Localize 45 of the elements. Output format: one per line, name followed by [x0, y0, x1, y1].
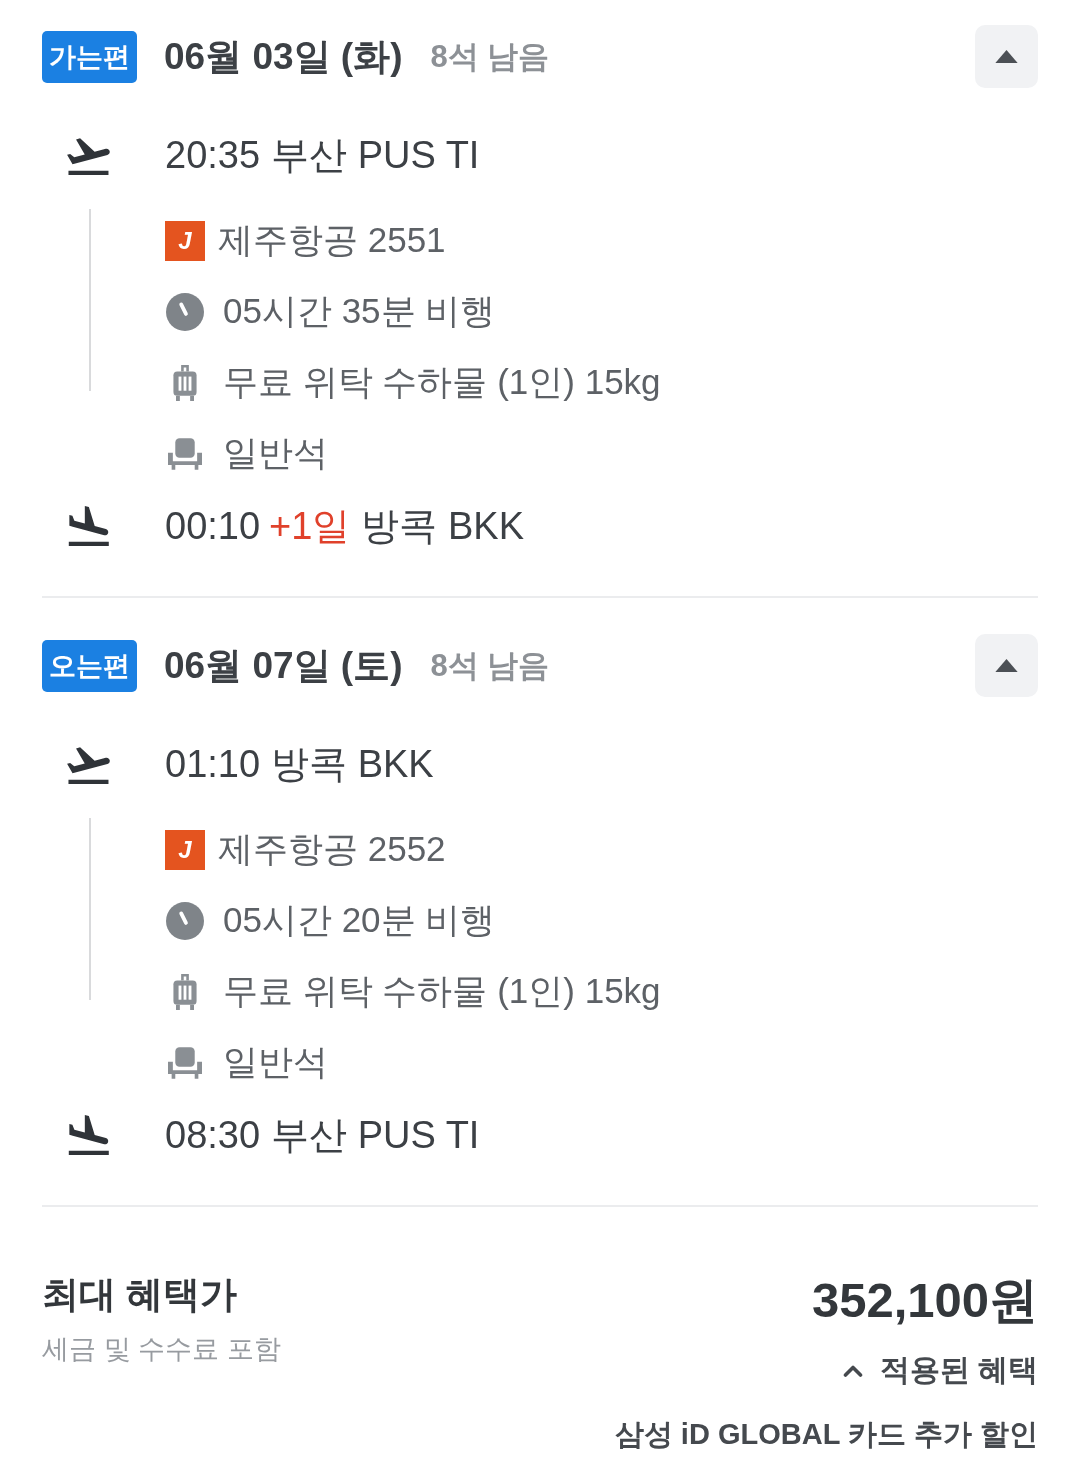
seat-class: 일반석: [223, 432, 328, 474]
seat-icon: [168, 437, 202, 470]
takeoff-icon: [67, 135, 111, 175]
collapse-button[interactable]: [975, 634, 1038, 697]
arrival-time: 08:30: [165, 1113, 261, 1157]
airline-logo: J: [165, 220, 205, 261]
max-benefit-label: 최대 혜택가: [42, 1273, 238, 1317]
baggage-allowance: 무료 위탁 수하물 (1인) 15kg: [223, 970, 661, 1012]
baggage-allowance: 무료 위탁 수하물 (1인) 15kg: [223, 361, 661, 403]
departure-place: 방콕 BKK: [271, 741, 434, 787]
landing-icon: [67, 1115, 111, 1155]
chevron-icon: [842, 1363, 863, 1377]
arrival-time: 00:10: [165, 504, 261, 548]
next-day-offset: +1일: [269, 503, 351, 549]
seat-icon: [168, 1046, 202, 1079]
takeoff-icon: [67, 744, 111, 784]
flight-duration: 05시간 20분 비행: [223, 899, 496, 941]
departure-place: 부산 PUS TI: [271, 132, 480, 178]
seats-remaining: 8석 남음: [430, 37, 550, 76]
airline-flight: 제주항공 2551: [218, 219, 446, 261]
leg-tag: 가는편: [42, 30, 137, 83]
total-price: 352,100원: [811, 1272, 1038, 1329]
departure-time: 01:10: [165, 742, 261, 786]
benefit-item: 삼성 iD GLOBAL 카드 추가 할인: [614, 1417, 1038, 1452]
tax-note: 세금 및 수수료 포함: [42, 1333, 281, 1366]
airline-flight: 제주항공 2552: [218, 828, 446, 870]
flight-date: 06월 03일 (화): [164, 34, 403, 79]
arrival-place: 부산 PUS TI: [271, 1112, 480, 1158]
clock-icon: [166, 292, 204, 331]
flight-duration: 05시간 35분 비행: [223, 290, 496, 332]
seats-remaining: 8석 남음: [430, 646, 550, 685]
seat-class: 일반석: [223, 1041, 328, 1083]
caret-icon: [995, 659, 1018, 672]
leg-tag: 오는편: [42, 639, 137, 692]
caret-icon: [995, 50, 1018, 63]
collapse-button[interactable]: [975, 25, 1038, 88]
departure-time: 20:35: [165, 133, 261, 177]
benefits-toggle[interactable]: 적용된 혜택: [842, 1348, 1038, 1392]
luggage-icon: [172, 364, 198, 401]
airline-logo: J: [165, 829, 205, 870]
arrival-place: 방콕 BKK: [361, 503, 525, 549]
landing-icon: [67, 506, 111, 546]
flight-date: 06월 07일 (토): [164, 643, 403, 688]
luggage-icon: [172, 973, 198, 1010]
clock-icon: [166, 901, 204, 940]
